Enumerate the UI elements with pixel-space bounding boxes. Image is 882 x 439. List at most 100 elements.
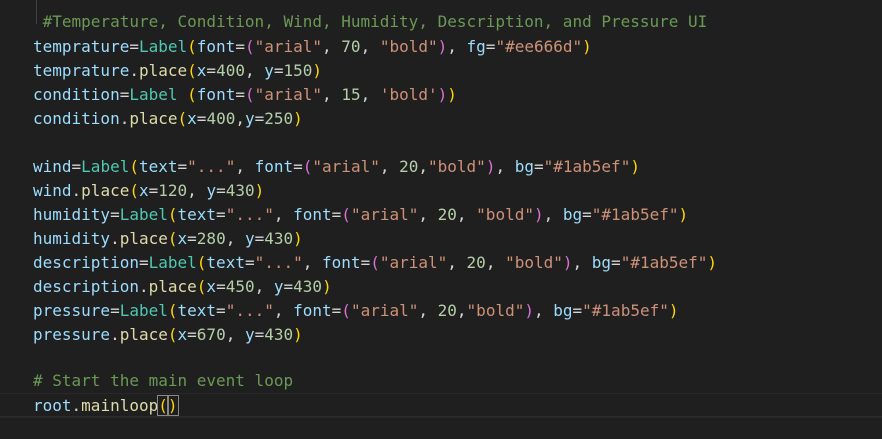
code-token: condition	[33, 85, 120, 104]
code-line[interactable]: humidity=Label(text="...", font=("arial"…	[33, 203, 688, 226]
code-token: =	[216, 301, 226, 320]
code-token: 120	[158, 181, 188, 200]
code-token: pressure	[33, 325, 111, 344]
code-line[interactable]: #Temperature, Condition, Wind, Humidity,…	[33, 10, 708, 33]
code-token: ,	[244, 61, 265, 80]
code-line[interactable]: condition.place(x=400,y=250)	[33, 107, 303, 130]
code-token: )	[524, 301, 534, 320]
code-token: ,	[225, 229, 245, 248]
code-line[interactable]: wind.place(x=120, y=430)	[33, 179, 264, 202]
code-token: ,	[447, 253, 467, 272]
code-token: text	[138, 157, 178, 176]
code-token: Label	[148, 253, 197, 272]
code-token: Label	[119, 301, 168, 320]
code-token: font	[196, 37, 236, 56]
code-line[interactable]: condition=Label (font=("arial", 15, 'bol…	[33, 83, 457, 106]
editor-gutter	[0, 0, 30, 439]
code-token: 670	[196, 325, 226, 344]
code-token: =	[254, 325, 265, 344]
code-token: (	[167, 325, 178, 344]
code-line[interactable]: pressure.place(x=670, y=430)	[33, 323, 303, 346]
code-token: "#1ab5ef"	[591, 205, 679, 224]
code-token: description	[33, 277, 139, 296]
code-token: "..."	[254, 253, 303, 272]
code-line[interactable]: description.place(x=450, y=430)	[33, 275, 332, 298]
code-token: bg	[514, 157, 534, 176]
code-token: Label	[138, 37, 188, 56]
code-token: place	[138, 61, 188, 80]
code-token: =	[485, 37, 496, 56]
code-token: ,	[418, 157, 429, 176]
code-line[interactable]: description=Label(text="...", font=("ari…	[33, 251, 717, 274]
code-token: )	[485, 157, 496, 176]
code-token: )	[668, 301, 679, 320]
code-token: =	[187, 229, 197, 248]
code-token: bg	[562, 205, 583, 224]
code-token: font	[322, 253, 361, 272]
code-line[interactable]: root.mainloop()	[0, 393, 882, 418]
code-token: )	[437, 37, 448, 56]
code-token: (	[167, 301, 178, 320]
code-token: ,	[322, 37, 342, 56]
code-token: =	[533, 157, 544, 176]
code-token: 430	[293, 277, 323, 296]
code-token: =	[216, 205, 226, 224]
code-token: 430	[264, 325, 294, 344]
code-editor[interactable]: #Temperature, Condition, Wind, Humidity,…	[0, 0, 882, 439]
code-token: x	[196, 61, 207, 80]
code-line[interactable]: temprature=Label(font=("arial", 70, "bol…	[33, 35, 592, 58]
code-token: "arial"	[254, 37, 323, 56]
code-token: 400	[216, 61, 245, 80]
code-token: =	[129, 37, 139, 56]
code-token: "arial"	[350, 205, 419, 224]
code-token: .	[129, 61, 139, 80]
code-token: ,	[485, 253, 506, 272]
code-token: ,	[273, 301, 294, 320]
code-token: )	[562, 253, 573, 272]
code-token: (	[341, 205, 351, 224]
code-token: text	[206, 253, 245, 272]
code-token: =	[283, 277, 294, 296]
code-token: Label	[81, 157, 130, 176]
code-token: =	[235, 37, 245, 56]
code-token: Label	[119, 205, 168, 224]
code-token: =	[110, 301, 120, 320]
code-line[interactable]: wind=Label(text="...", font=("arial", 20…	[33, 155, 640, 178]
code-token: "#1ab5ef"	[620, 253, 708, 272]
code-token: =	[582, 205, 592, 224]
code-token: 20	[437, 301, 457, 320]
code-token: y	[244, 229, 255, 248]
code-token: (	[167, 205, 178, 224]
code-token: )	[630, 157, 640, 176]
code-token: wind	[33, 157, 72, 176]
code-token: (	[187, 37, 197, 56]
code-token: y	[273, 277, 284, 296]
code-token: ,	[302, 253, 323, 272]
code-token: ,	[418, 301, 438, 320]
code-token: 400	[206, 109, 236, 128]
code-token: #Temperature, Condition, Wind, Humidity,…	[33, 12, 708, 31]
code-token: =	[254, 109, 265, 128]
code-line[interactable]: pressure=Label(text="...", font=("arial"…	[33, 299, 679, 322]
code-line[interactable]: # Start the main event loop	[33, 369, 293, 392]
code-token: "arial"	[379, 253, 448, 272]
code-token: 150	[283, 61, 313, 80]
code-token: 15	[341, 85, 361, 104]
code-token: (	[167, 229, 178, 248]
code-token: font	[293, 301, 332, 320]
code-token: humidity	[33, 205, 111, 224]
code-token: text	[177, 301, 217, 320]
code-token: 250	[264, 109, 294, 128]
code-token: 20	[437, 205, 457, 224]
code-token: ,	[235, 157, 255, 176]
code-token: x	[138, 181, 149, 200]
code-token: place	[119, 325, 168, 344]
code-token: (	[177, 109, 188, 128]
code-token: # Start the main event loop	[33, 371, 294, 390]
code-line[interactable]: temprature.place(x=400, y=150)	[33, 59, 322, 82]
code-token: text	[177, 205, 217, 224]
code-line[interactable]: humidity.place(x=280, y=430)	[33, 227, 303, 250]
code-token: ,	[495, 157, 515, 176]
code-token: temprature	[33, 61, 130, 80]
